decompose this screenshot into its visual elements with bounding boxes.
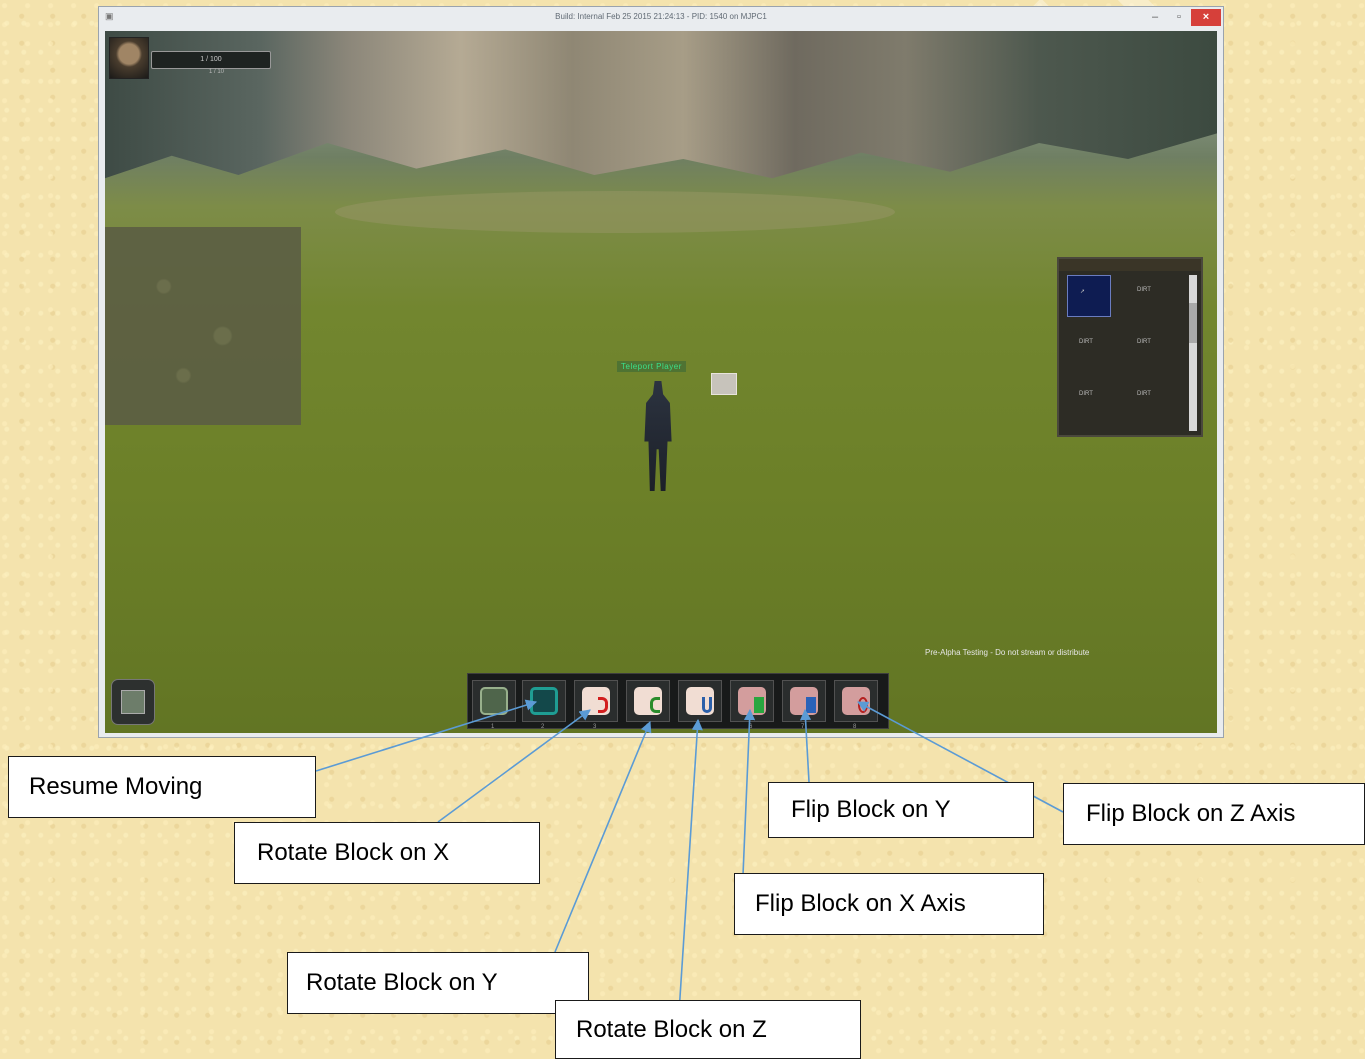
callout-resume-moving: Resume Moving <box>8 756 316 818</box>
arrow-rotate-x <box>437 709 591 823</box>
arrow-rotate-z <box>677 718 703 1029</box>
arrow-rotate-y <box>554 720 652 953</box>
callout-arrows <box>315 699 1064 1029</box>
arrow-flip-y <box>799 708 812 783</box>
callout-rotate-z: Rotate Block on Z <box>555 1000 861 1059</box>
callout-rotate-y: Rotate Block on Y <box>287 952 589 1014</box>
callout-flip-x: Flip Block on X Axis <box>734 873 1044 935</box>
arrow-resume-moving <box>315 699 538 772</box>
callout-flip-z: Flip Block on Z Axis <box>1063 783 1365 845</box>
callout-flip-y: Flip Block on Y <box>768 782 1034 838</box>
callout-rotate-x: Rotate Block on X <box>234 822 540 884</box>
arrow-flip-x <box>742 708 756 876</box>
